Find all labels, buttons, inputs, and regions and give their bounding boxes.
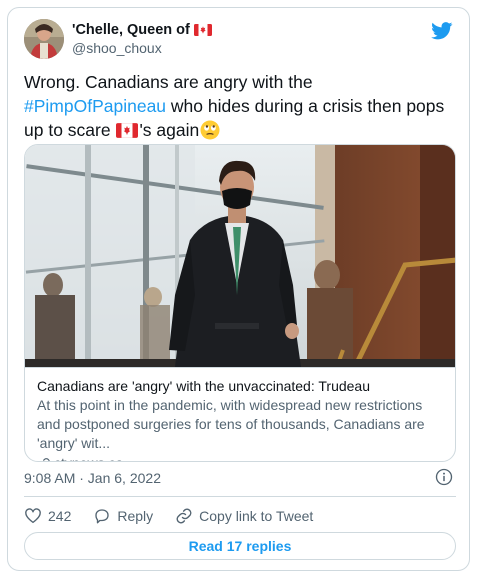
- hashtag-link[interactable]: #PimpOfPapineau: [24, 96, 166, 116]
- card-domain-row[interactable]: ctvnews.ca: [37, 454, 445, 461]
- copy-link-button[interactable]: Copy link to Tweet: [175, 507, 313, 525]
- link-preview-card[interactable]: Canadians are 'angry' with the unvaccina…: [24, 144, 456, 462]
- canada-flag-icon: [116, 123, 139, 138]
- face-with-rolling-eyes-icon: [200, 120, 220, 140]
- link-icon: [42, 457, 50, 461]
- copy-link-icon: [176, 508, 192, 524]
- card-body[interactable]: Canadians are 'angry' with the unvaccina…: [25, 367, 455, 461]
- article-photo[interactable]: [25, 145, 456, 367]
- author-display-name[interactable]: 'Chelle, Queen of: [72, 22, 190, 38]
- info-icon[interactable]: [435, 468, 453, 486]
- tweet-timestamp[interactable]: 9:08 AM · Jan 6, 2022: [24, 470, 161, 486]
- like-button[interactable]: 242: [24, 507, 71, 525]
- card-domain[interactable]: ctvnews.ca: [54, 454, 123, 461]
- canada-flag-icon: [193, 24, 212, 36]
- twitter-bird-icon[interactable]: [431, 22, 453, 40]
- card-description: At this point in the pandemic, with wide…: [37, 397, 425, 451]
- tweet-text-part1: Wrong. Canadians are angry with the: [24, 72, 313, 92]
- divider: [24, 496, 456, 497]
- like-count: 242: [48, 508, 72, 524]
- read-replies-button[interactable]: Read 17 replies: [24, 532, 456, 560]
- reply-button[interactable]: Reply: [93, 507, 153, 525]
- tweet-actions: 242 Reply Copy link to Tweet: [24, 504, 335, 528]
- heart-icon: [25, 508, 41, 524]
- card-title[interactable]: Canadians are 'angry' with the unvaccina…: [37, 377, 445, 395]
- avatar[interactable]: [24, 19, 64, 59]
- author-handle[interactable]: @shoo_choux: [72, 40, 162, 56]
- tweet-card: 'Chelle, Queen of @shoo_choux Wrong. Can…: [7, 7, 470, 571]
- reply-icon: [95, 509, 110, 524]
- author-name-row[interactable]: 'Chelle, Queen of: [72, 22, 212, 38]
- tweet-text-part3: 's again: [139, 120, 200, 140]
- reply-label: Reply: [117, 508, 154, 524]
- tweet-text: Wrong. Canadians are angry with the #Pim…: [24, 70, 456, 142]
- copy-link-label: Copy link to Tweet: [199, 508, 314, 524]
